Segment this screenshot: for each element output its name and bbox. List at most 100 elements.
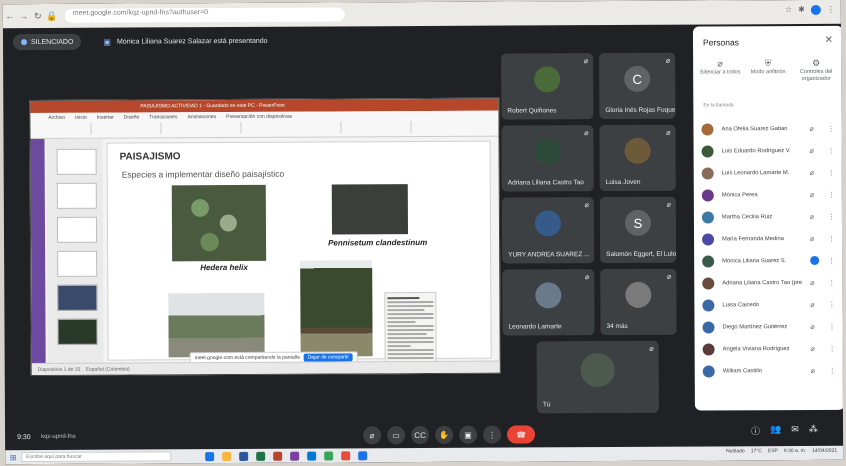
ribbon-tab[interactable]: Insertar [97, 115, 114, 121]
participant-tile[interactable]: ⌀ YURY ANDREA SUAREZ ... [501, 197, 595, 264]
activities-icon[interactable]: ⁂ [809, 424, 818, 437]
people-icon[interactable]: 👥 [770, 424, 781, 437]
taskbar-app-icon[interactable] [239, 451, 249, 461]
participant-name: 34 más [606, 322, 628, 331]
more-options-icon[interactable]: ⋮ [827, 125, 834, 133]
more-options-icon[interactable]: ⋮ [828, 323, 835, 331]
taskbar-app-icon[interactable] [341, 450, 351, 460]
ribbon-tab[interactable]: Presentación con diapositivas [226, 114, 292, 120]
participant-tile[interactable]: C ⌀ Gloria Inés Rojas Fuquen [599, 52, 676, 120]
mute-all-button[interactable]: ⌀ Silenciar a todos [697, 58, 743, 76]
taskbar-app-icon[interactable] [324, 450, 334, 461]
participant-tile[interactable]: ⌀ Leonardo Lamarte [502, 269, 595, 336]
person-row[interactable]: Martha Cecilia Ruiz ⌀ ⋮ [701, 208, 840, 227]
chat-icon[interactable]: ✉ [791, 424, 799, 437]
close-icon[interactable]: ✕ [825, 35, 833, 46]
end-call-icon[interactable]: ☎ [507, 425, 536, 444]
mic-off-icon[interactable]: ⌀ [363, 426, 382, 445]
person-row[interactable]: Luis Leonardo Lamarte M. ⌀ ⋮ [701, 164, 840, 183]
extensions-icon[interactable]: ✱ [798, 5, 805, 15]
person-row[interactable]: Luisa Caicedo ⌀ ⋮ [702, 296, 840, 315]
person-row[interactable]: Ana Ofelia Suarez Gaban ⌀ ⋮ [701, 120, 839, 139]
clock-date[interactable]: 14/04/2021 [812, 448, 837, 454]
host-mode-button[interactable]: ⛨ Modo anfitrión [745, 58, 791, 76]
more-options-icon[interactable]: ⋮ [828, 213, 835, 221]
participant-tile[interactable]: ⌀ 34 más [600, 268, 677, 336]
more-icon[interactable]: ⋮ [483, 425, 502, 444]
person-row[interactable]: William Castillo ⌀ ⋮ [702, 362, 841, 381]
captions-icon[interactable]: CC [411, 425, 430, 445]
ribbon-tab[interactable]: Animaciones [187, 114, 216, 120]
taskbar-app-icon[interactable] [222, 451, 232, 461]
info-icon[interactable]: ⓘ [751, 424, 760, 437]
mic-off-icon[interactable]: ⌀ [810, 147, 820, 155]
participant-tile[interactable]: ⌀ Robert Quiñones [501, 53, 594, 120]
star-icon[interactable]: ☆ [785, 5, 792, 15]
menu-icon[interactable]: ⋮ [827, 5, 835, 15]
more-options-icon[interactable]: ⋮ [828, 169, 835, 177]
mic-off-icon[interactable]: ⌀ [811, 345, 821, 353]
mic-off-icon[interactable]: ⌀ [810, 213, 820, 221]
host-controls-button[interactable]: ⚙ Controles del organizador [793, 58, 839, 83]
person-row[interactable]: Angela Viviana Rodríguez ⌀ ⋮ [702, 340, 841, 359]
slide-thumbnail[interactable] [56, 182, 97, 209]
slide-thumbnail[interactable] [57, 250, 98, 277]
stop-sharing-button[interactable]: Dejar de compartir [303, 353, 353, 362]
ribbon-tab[interactable]: Diseño [124, 114, 140, 120]
back-icon[interactable]: ← [3, 11, 17, 21]
camera-off-icon[interactable]: ▭ [387, 426, 406, 445]
person-row[interactable]: Luis Eduardo Rodríguez V. ⌀ ⋮ [701, 142, 840, 161]
present-icon[interactable]: ▣ [459, 425, 478, 444]
more-options-icon[interactable]: ⋮ [828, 279, 835, 287]
mic-off-icon[interactable]: ⌀ [810, 323, 820, 331]
ribbon-tab[interactable]: Inicio [75, 115, 87, 121]
person-row[interactable]: Diego Martínez Gutiérrez ⌀ ⋮ [702, 318, 840, 337]
mic-off-icon[interactable]: ⌀ [809, 125, 819, 133]
more-options-icon[interactable]: ⋮ [829, 367, 836, 375]
taskbar-app-icon[interactable] [290, 451, 300, 461]
slide-thumbnail[interactable] [56, 216, 98, 243]
taskbar-app-icon[interactable] [273, 451, 283, 461]
reload-icon[interactable]: ↻ [31, 10, 45, 21]
ribbon-tab[interactable]: Archivo [48, 115, 65, 121]
mic-off-icon[interactable]: ⌀ [810, 279, 820, 287]
profile-avatar[interactable] [810, 4, 821, 15]
mic-off-icon[interactable]: ⌀ [810, 301, 820, 309]
clock-time[interactable]: 9:30 a. m. [784, 448, 806, 454]
more-options-icon[interactable]: ⋮ [828, 235, 835, 243]
language-indicator[interactable]: ESP [768, 448, 778, 454]
taskbar-app-icon[interactable] [205, 451, 215, 461]
taskbar-app-icon[interactable] [307, 451, 317, 461]
address-bar[interactable]: meet.google.com/kqz-upnd-fns?authuser=0 [64, 7, 345, 23]
mic-off-icon[interactable]: ⌀ [810, 235, 820, 243]
taskbar-app-icon[interactable] [358, 450, 368, 460]
speaking-icon[interactable] [810, 255, 820, 266]
forward-icon[interactable]: → [17, 11, 31, 21]
person-row[interactable]: María Fernanda Medina ⌀ ⋮ [702, 230, 840, 249]
mic-off-icon: ⌀ [665, 57, 671, 65]
ribbon-tab[interactable]: Transiciones [149, 114, 177, 120]
person-row[interactable]: Mónica Liliana Suarez S. ⋮ [702, 252, 840, 271]
mic-off-icon[interactable]: ⌀ [811, 367, 821, 375]
person-row[interactable]: Adriana Liliana Castro Tao (presentador)… [702, 274, 840, 293]
taskbar-app-icon[interactable] [256, 451, 266, 461]
more-options-icon[interactable]: ⋮ [829, 345, 836, 353]
more-options-icon[interactable]: ⋮ [828, 147, 835, 155]
slide-thumbnail[interactable] [56, 148, 97, 175]
more-options-icon[interactable]: ⋮ [828, 191, 835, 199]
taskbar-search[interactable]: Escribe aquí para buscar [21, 451, 172, 463]
more-options-icon[interactable]: ⋮ [828, 301, 835, 309]
raise-hand-icon[interactable]: ✋ [435, 425, 454, 444]
participant-tile[interactable]: ⌀ Adriana Liliana Castro Tao [501, 125, 594, 192]
windows-start-icon[interactable]: ⊞ [5, 453, 21, 462]
slide-thumbnail[interactable] [57, 318, 98, 345]
person-row[interactable]: Mónica Perea ⌀ ⋮ [701, 186, 840, 205]
participant-tile[interactable]: ⌀ Tú [536, 340, 659, 414]
participant-tile[interactable]: ⌀ Luisa Joven [599, 124, 676, 192]
participant-tile[interactable]: S ⌀ Salomón Eggert, El Lulo [599, 196, 677, 264]
mute-status-chip[interactable]: SILENCIADO [12, 33, 82, 51]
slide-thumbnail[interactable] [57, 284, 98, 311]
mic-off-icon[interactable]: ⌀ [810, 169, 820, 177]
more-options-icon[interactable]: ⋮ [828, 257, 835, 265]
mic-off-icon[interactable]: ⌀ [810, 191, 820, 199]
